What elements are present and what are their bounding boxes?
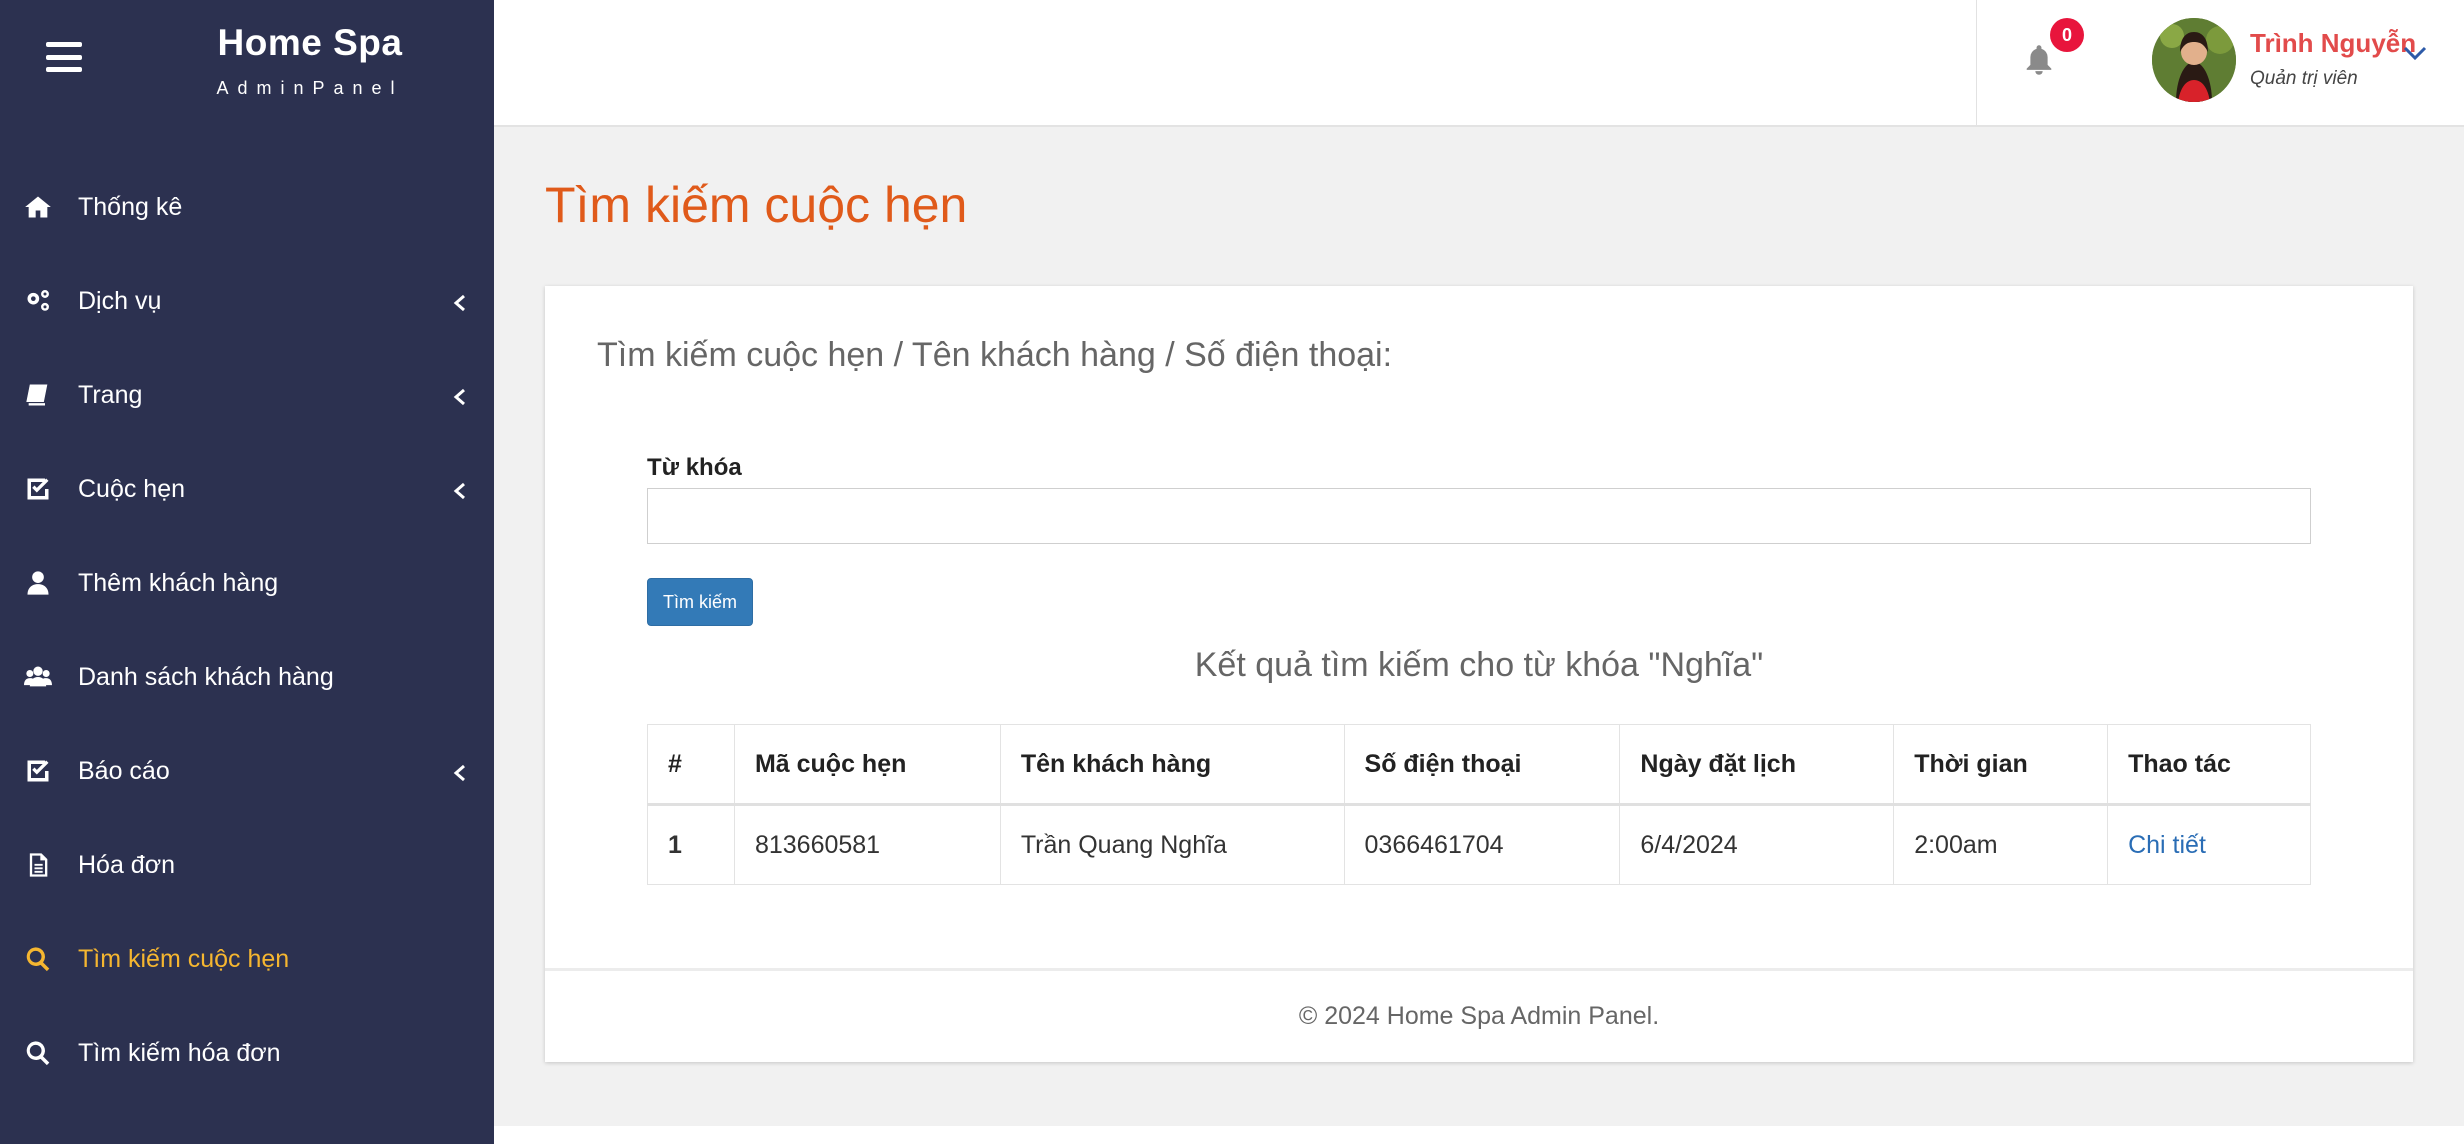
cell-date: 6/4/2024: [1619, 804, 1895, 885]
bottom-strip: [494, 1126, 2464, 1144]
column-header-name: Tên khách hàng: [999, 724, 1345, 806]
sidebar-item-label: Cuộc hẹn: [78, 474, 186, 503]
chevron-left-icon: [452, 479, 468, 500]
home-icon: [22, 191, 54, 223]
check-square-icon: [22, 755, 54, 787]
table-row: 1 813660581 Trần Quang Nghĩa 0366461704 …: [647, 804, 2311, 885]
sidebar-item-label: Trang: [78, 380, 143, 409]
cell-name: Trần Quang Nghĩa: [999, 804, 1345, 885]
column-header-time: Thời gian: [1893, 724, 2109, 806]
sidebar-item-bao-cao[interactable]: Báo cáo: [0, 724, 494, 818]
chevron-down-icon[interactable]: [2402, 44, 2428, 62]
search-icon: [22, 943, 54, 975]
sidebar-item-tim-kiem-hoa-don[interactable]: Tìm kiếm hóa đơn: [0, 1006, 494, 1100]
sidebar-item-thong-ke[interactable]: Thống kê: [0, 160, 494, 254]
chevron-left-icon: [452, 385, 468, 406]
sidebar-item-label: Báo cáo: [78, 756, 170, 785]
sidebar-item-label: Hóa đơn: [78, 850, 176, 879]
keyword-input[interactable]: [647, 488, 2311, 544]
brand-subtitle: AdminPanel: [216, 78, 404, 98]
cell-phone: 0366461704: [1343, 804, 1621, 885]
results-table: # Mã cuộc hẹn Tên khách hàng Số điện tho…: [647, 724, 2311, 885]
cell-action: Chi tiết: [2107, 804, 2311, 885]
chevron-left-icon: [452, 761, 468, 782]
sidebar-item-tim-kiem-cuoc-hen[interactable]: Tìm kiếm cuộc hẹn: [0, 912, 494, 1006]
keyword-label: Từ khóa: [647, 454, 742, 481]
table-header-row: # Mã cuộc hẹn Tên khách hàng Số điện tho…: [647, 724, 2311, 806]
column-header-action: Thao tác: [2107, 724, 2311, 806]
chevron-left-icon: [452, 291, 468, 312]
search-button[interactable]: Tìm kiếm: [647, 578, 753, 626]
topbar-divider: [1976, 0, 1977, 125]
sidebar-item-label: Tìm kiếm cuộc hẹn: [78, 944, 290, 973]
bell-icon[interactable]: [2024, 44, 2058, 80]
sidebar-item-label: Thêm khách hàng: [78, 568, 279, 597]
brand-title: Home Spa: [217, 22, 403, 63]
cell-index: 1: [647, 804, 735, 885]
sidebar-item-label: Thống kê: [78, 192, 183, 221]
result-title: Kết quả tìm kiếm cho từ khóa "Nghĩa": [1194, 646, 1764, 684]
sidebar-item-cuoc-hen[interactable]: Cuộc hẹn: [0, 442, 494, 536]
sidebar: Home Spa AdminPanel Thống kê Dịch vụ Tra…: [0, 0, 494, 1144]
column-header-date: Ngày đặt lịch: [1619, 724, 1895, 806]
search-card: Tìm kiếm cuộc hẹn / Tên khách hàng / Số …: [545, 286, 2413, 1062]
column-header-phone: Số điện thoại: [1343, 724, 1621, 806]
book-icon: [22, 379, 54, 411]
detail-link[interactable]: Chi tiết: [2128, 831, 2206, 859]
sidebar-item-dich-vu[interactable]: Dịch vụ: [0, 254, 494, 348]
column-header-code: Mã cuộc hẹn: [733, 724, 1001, 806]
card-footer: © 2024 Home Spa Admin Panel.: [545, 968, 2413, 1062]
topbar: 0 Trình Nguyễn Quản trị viên: [494, 0, 2464, 127]
user-name[interactable]: Trình Nguyễn: [2250, 28, 2416, 59]
sidebar-item-danh-sach-khach-hang[interactable]: Danh sách khách hàng: [0, 630, 494, 724]
sidebar-item-trang[interactable]: Trang: [0, 348, 494, 442]
user-icon: [22, 567, 54, 599]
users-icon: [22, 661, 54, 693]
column-header-index: #: [647, 724, 735, 806]
avatar[interactable]: [2152, 18, 2236, 102]
brand-row: Home Spa AdminPanel: [0, 0, 494, 126]
notification-badge: 0: [2050, 18, 2084, 52]
menu-toggle-icon[interactable]: [46, 42, 82, 72]
search-icon: [22, 1037, 54, 1069]
card-heading: Tìm kiếm cuộc hẹn / Tên khách hàng / Số …: [597, 336, 1393, 374]
sidebar-item-label: Dịch vụ: [78, 286, 162, 315]
cell-code: 813660581: [733, 804, 1001, 885]
sidebar-item-label: Danh sách khách hàng: [78, 662, 334, 691]
page-title: Tìm kiếm cuộc hẹn: [545, 177, 968, 233]
cell-time: 2:00am: [1893, 804, 2109, 885]
user-role: Quản trị viên: [2250, 68, 2358, 89]
sidebar-nav: Thống kê Dịch vụ Trang Cuộc hẹn Thêm khá…: [0, 160, 494, 1100]
check-square-icon: [22, 473, 54, 505]
gears-icon: [22, 285, 54, 317]
sidebar-item-label: Tìm kiếm hóa đơn: [78, 1038, 281, 1067]
file-icon: [22, 849, 54, 881]
sidebar-item-hoa-don[interactable]: Hóa đơn: [0, 818, 494, 912]
sidebar-item-them-khach-hang[interactable]: Thêm khách hàng: [0, 536, 494, 630]
